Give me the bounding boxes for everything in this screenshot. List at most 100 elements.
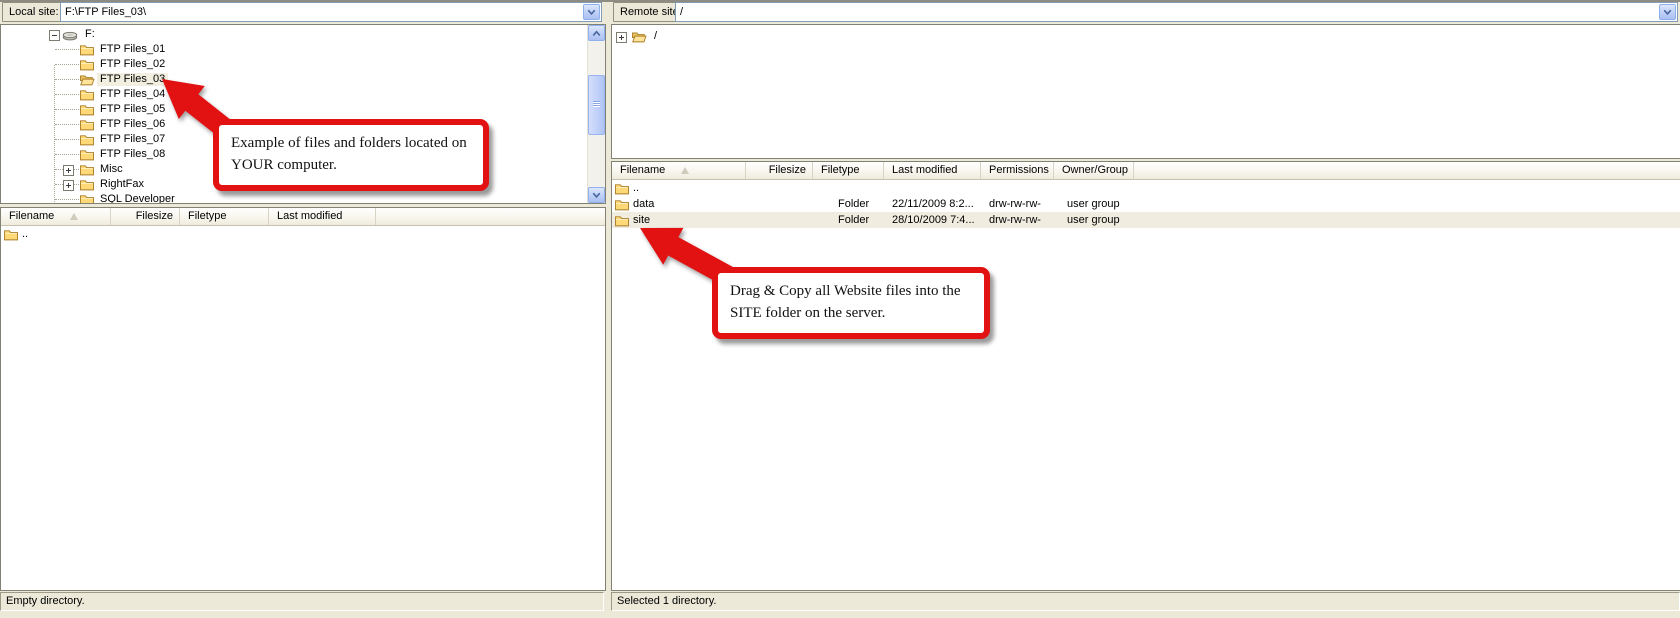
chevron-down-icon — [1663, 9, 1672, 16]
file-row-site-selected[interactable]: site Folder 28/10/2009 7:4... drw-rw-rw-… — [612, 212, 1680, 228]
remote-file-list-panel: Filename Filesize Filetype Last modified… — [611, 161, 1680, 591]
column-header-filesize[interactable]: Filesize — [746, 162, 813, 179]
filename-text: .. — [633, 182, 639, 194]
filename-cell: data — [612, 198, 746, 211]
tree-item-label[interactable]: FTP Files_07 — [97, 133, 168, 146]
owner-group-cell: user group — [1054, 198, 1134, 210]
remote-status-bar: Selected 1 directory. — [611, 592, 1680, 611]
local-status-text: Empty directory. — [6, 595, 85, 607]
scrollbar-grip — [593, 101, 600, 107]
local-site-combobox[interactable]: F:\FTP Files_03\ — [60, 2, 602, 22]
filename-cell: .. — [1, 228, 111, 241]
tree-item-label[interactable]: SQL Developer — [97, 193, 178, 204]
file-row-parent-dir[interactable]: .. — [612, 180, 1680, 196]
folder-icon — [79, 148, 95, 161]
folder-icon — [614, 182, 630, 195]
owner-group-cell: user group — [1054, 214, 1134, 226]
tree-item-label[interactable]: FTP Files_02 — [97, 58, 168, 71]
folder-icon — [3, 228, 19, 241]
filename-text: .. — [22, 228, 28, 240]
column-header-last-modified[interactable]: Last modified — [269, 208, 376, 225]
local-tree-scrollbar[interactable] — [587, 25, 605, 203]
filetype-cell: Folder — [813, 214, 884, 226]
folder-icon — [79, 133, 95, 146]
tree-item-ftp-files-03-selected[interactable]: FTP Files_03 — [1, 72, 605, 87]
column-header-permissions[interactable]: Permissions — [981, 162, 1054, 179]
remote-directory-tree-panel: / — [611, 24, 1680, 159]
tree-item-label[interactable]: Misc — [97, 163, 126, 176]
column-header-filler — [1134, 162, 1680, 179]
tree-item-ftp-files-02[interactable]: FTP Files_02 — [1, 57, 605, 72]
local-site-dropdown-button[interactable] — [583, 4, 600, 20]
ftp-client-window: Local site: F:\FTP Files_03\ Remote site… — [0, 0, 1680, 618]
column-header-filler — [376, 208, 605, 225]
column-header-filetype[interactable]: Filetype — [813, 162, 884, 179]
tree-item-label[interactable]: RightFax — [97, 178, 147, 191]
file-row-data[interactable]: data Folder 22/11/2009 8:2... drw-rw-rw-… — [612, 196, 1680, 212]
local-file-list-panel: Filename Filesize Filetype Last modified… — [0, 207, 606, 591]
remote-site-toolbar: Remote site: / — [611, 2, 1680, 24]
filename-text: site — [633, 214, 650, 226]
remote-site-combobox[interactable]: / — [675, 2, 1678, 22]
tree-item-label[interactable]: FTP Files_01 — [97, 43, 168, 56]
callout-site-folder: Drag & Copy all Website files into the S… — [712, 267, 990, 339]
tree-item-ftp-files-04[interactable]: FTP Files_04 — [1, 87, 605, 102]
remote-list-header: Filename Filesize Filetype Last modified… — [612, 162, 1680, 180]
folder-icon — [614, 198, 630, 211]
chevron-up-icon — [592, 30, 601, 37]
tree-item-ftp-files-05[interactable]: FTP Files_05 — [1, 102, 605, 117]
folder-icon — [79, 88, 95, 101]
tree-item-drive-f[interactable]: F: — [1, 27, 605, 42]
tree-item-root[interactable]: / — [612, 29, 1680, 45]
local-site-label: Local site: — [2, 2, 66, 22]
column-header-filename[interactable]: Filename — [612, 162, 746, 179]
filename-cell: .. — [612, 182, 746, 195]
tree-item-label[interactable]: FTP Files_06 — [97, 118, 168, 131]
filetype-cell: Folder — [813, 198, 884, 210]
scrollbar-up-button[interactable] — [588, 25, 605, 41]
drive-icon — [62, 29, 78, 42]
local-site-toolbar: Local site: F:\FTP Files_03\ — [0, 2, 604, 24]
callout-text: Drag & Copy all Website files into the S… — [730, 283, 961, 321]
tree-item-label[interactable]: / — [651, 30, 660, 43]
remote-site-path: / — [680, 3, 683, 21]
folder-icon — [79, 178, 95, 191]
remote-site-dropdown-button[interactable] — [1659, 4, 1676, 20]
filename-text: data — [633, 198, 654, 210]
callout-local-files: Example of files and folders located on … — [213, 119, 489, 191]
plus-box-icon[interactable] — [63, 165, 74, 176]
tree-item-ftp-files-01[interactable]: FTP Files_01 — [1, 42, 605, 57]
folder-icon — [79, 163, 95, 176]
local-site-path: F:\FTP Files_03\ — [65, 3, 146, 21]
column-header-owner-group[interactable]: Owner/Group — [1054, 162, 1134, 179]
tree-item-label[interactable]: FTP Files_04 — [97, 88, 168, 101]
folder-open-icon — [631, 30, 647, 43]
column-header-filetype[interactable]: Filetype — [180, 208, 269, 225]
tree-item-sql-developer[interactable]: SQL Developer — [1, 192, 605, 204]
local-status-bar: Empty directory. — [0, 592, 604, 611]
folder-icon — [79, 193, 95, 204]
folder-open-icon — [79, 73, 95, 86]
folder-icon — [79, 58, 95, 71]
tree-item-label[interactable]: F: — [82, 28, 98, 41]
column-header-last-modified[interactable]: Last modified — [884, 162, 981, 179]
folder-icon — [79, 43, 95, 56]
remote-status-text: Selected 1 directory. — [617, 595, 716, 607]
column-header-filename[interactable]: Filename — [1, 208, 111, 225]
folder-icon — [79, 118, 95, 131]
scrollbar-thumb[interactable] — [588, 75, 605, 135]
tree-item-label-selected[interactable]: FTP Files_03 — [97, 73, 168, 86]
sort-ascending-icon — [70, 213, 78, 220]
local-list-header: Filename Filesize Filetype Last modified — [1, 208, 605, 226]
scrollbar-down-button[interactable] — [588, 187, 605, 203]
file-row-parent-dir[interactable]: .. — [1, 226, 605, 242]
folder-icon — [614, 214, 630, 227]
sort-ascending-icon — [681, 167, 689, 174]
tree-item-label[interactable]: FTP Files_08 — [97, 148, 168, 161]
column-header-filesize[interactable]: Filesize — [111, 208, 180, 225]
plus-box-icon[interactable] — [616, 32, 627, 43]
last-modified-cell: 28/10/2009 7:4... — [884, 214, 981, 226]
tree-item-label[interactable]: FTP Files_05 — [97, 103, 168, 116]
plus-box-icon[interactable] — [63, 180, 74, 191]
minus-box-icon[interactable] — [49, 30, 60, 41]
